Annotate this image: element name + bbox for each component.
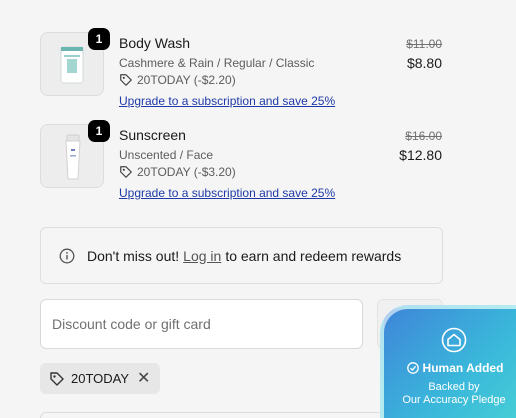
badge-subtitle: Backed by Our Accuracy Pledge	[384, 381, 516, 407]
notice-text: Don't miss out!	[87, 247, 180, 264]
human-added-badge[interactable]: Human Added Backed by Our Accuracy Pledg…	[380, 305, 516, 418]
badge-line-1: Backed by	[428, 381, 480, 393]
home-shield-icon	[441, 327, 467, 353]
product-name: Body Wash	[119, 35, 191, 51]
upgrade-subscription-link[interactable]: Upgrade to a subscription and save 25%	[119, 94, 335, 108]
line-item: 1 Sunscreen Unscented / Face 20TODAY (-$…	[40, 120, 444, 204]
original-price: $11.00	[406, 37, 442, 51]
tag-icon	[120, 74, 132, 86]
login-link[interactable]: Log in	[183, 248, 221, 264]
applied-discount: 20TODAY (-$2.20)	[119, 73, 236, 87]
tag-icon	[50, 371, 64, 386]
discount-code-input[interactable]	[40, 299, 363, 349]
discount-label: 20TODAY (-$2.20)	[137, 73, 236, 87]
notice-text-end: to earn and redeem rewards	[225, 247, 402, 264]
product-name: Sunscreen	[119, 127, 186, 143]
applied-code-label: 20TODAY	[71, 371, 130, 386]
upgrade-subscription-link[interactable]: Upgrade to a subscription and save 25%	[119, 186, 335, 200]
quantity-badge: 1	[88, 120, 110, 142]
badge-title: Human Added	[396, 361, 514, 375]
remove-code-icon[interactable]: ✕	[137, 370, 150, 387]
discounted-price: $12.80	[399, 147, 442, 163]
discount-label: 20TODAY (-$3.20)	[137, 165, 236, 179]
original-price: $16.00	[405, 129, 442, 143]
badge-line-2: Our Accuracy Pledge	[402, 394, 506, 406]
tag-icon	[120, 166, 132, 178]
product-variant: Unscented / Face	[119, 148, 214, 162]
info-icon	[59, 248, 75, 263]
check-circle-icon	[406, 362, 419, 374]
rewards-notice: Don't miss out! Log in to earn and redee…	[40, 227, 443, 284]
discounted-price: $8.80	[406, 55, 442, 71]
line-item: 1 Body Wash Cashmere & Rain / Regular / …	[40, 28, 444, 112]
badge-title-text: Human Added	[422, 361, 504, 375]
quantity-badge: 1	[88, 28, 110, 50]
product-variant: Cashmere & Rain / Regular / Classic	[119, 56, 315, 70]
applied-code-chip: 20TODAY ✕	[40, 363, 160, 394]
applied-discount: 20TODAY (-$3.20)	[119, 165, 236, 179]
